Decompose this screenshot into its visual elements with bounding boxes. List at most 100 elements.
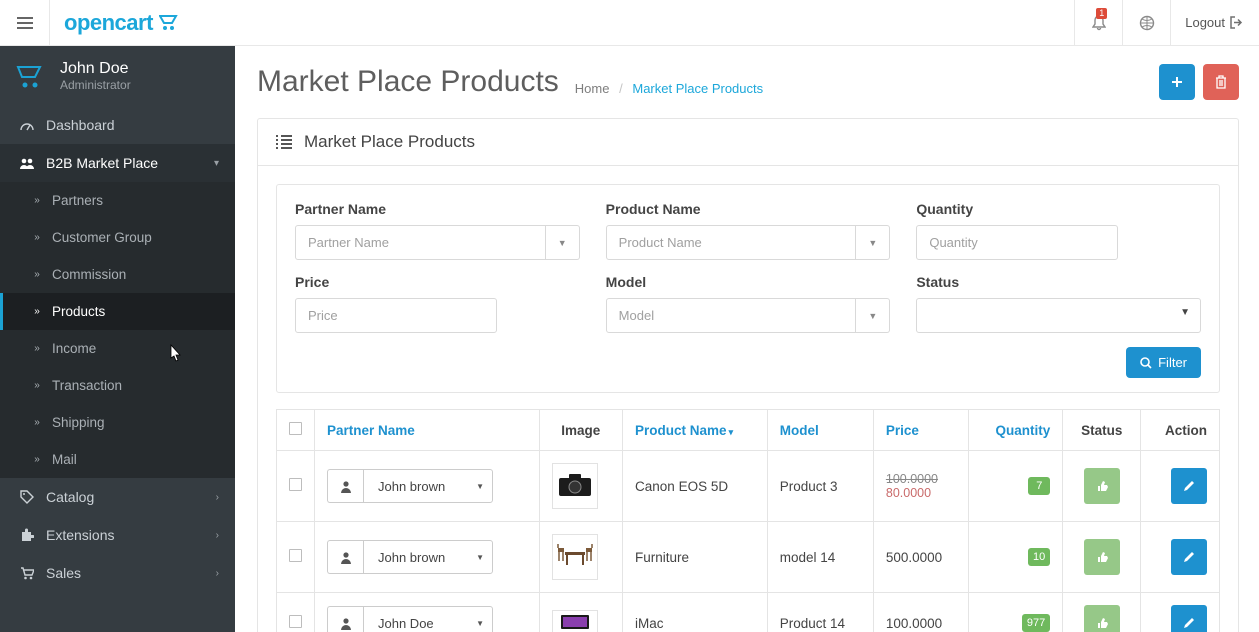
row-partner-select[interactable]: John Doe [363, 606, 493, 632]
trash-icon [1215, 75, 1227, 89]
menu-icon [17, 17, 33, 29]
plus-icon [1171, 76, 1183, 88]
product-thumbnail [552, 463, 598, 509]
model-input[interactable] [606, 298, 857, 333]
sidebar: John Doe Administrator Dashboard B2B Mar… [0, 46, 235, 632]
quantity-input[interactable] [916, 225, 1118, 260]
monitor-icon [557, 613, 593, 632]
sidebar-item-catalog[interactable]: Catalog › [0, 478, 235, 516]
sort-desc-icon: ▾ [729, 427, 734, 437]
sidebar-item-products[interactable]: »Products [0, 293, 235, 330]
table-header-price[interactable]: Price [873, 410, 969, 451]
sidebar-item-customer-group[interactable]: »Customer Group [0, 219, 235, 256]
row-price: 500.0000 [873, 522, 969, 593]
row-status-button[interactable] [1084, 539, 1120, 575]
filter-partner-name: Partner Name ▼ [295, 201, 580, 260]
table-header-partner[interactable]: Partner Name [315, 410, 540, 451]
search-icon [1140, 357, 1152, 369]
product-name-dropdown-toggle[interactable]: ▼ [856, 225, 890, 260]
chevron-right-icon: » [28, 343, 46, 354]
main-content: Market Place Products Home / Market Plac… [235, 46, 1259, 632]
sidebar-item-label: Dashboard [46, 117, 115, 133]
notifications-button[interactable]: 1 [1074, 0, 1122, 46]
filter-status: Status ▼ [916, 274, 1201, 333]
sidebar-toggle-button[interactable] [0, 0, 50, 46]
filter-card: Partner Name ▼ Product Name ▼ [276, 184, 1220, 393]
sidebar-item-label: Commission [52, 267, 126, 282]
chevron-right-icon: » [28, 380, 46, 391]
row-partner-user-button[interactable] [327, 540, 363, 574]
row-partner-user-button[interactable] [327, 606, 363, 632]
filter-button[interactable]: Filter [1126, 347, 1201, 378]
row-edit-button[interactable] [1171, 605, 1207, 632]
product-name-input[interactable] [606, 225, 857, 260]
dashboard-icon [16, 119, 38, 131]
sidebar-item-shipping[interactable]: » Shipping [0, 404, 235, 441]
row-checkbox[interactable] [289, 615, 302, 628]
table-header-model[interactable]: Model [767, 410, 873, 451]
sidebar-item-income[interactable]: »Income [0, 330, 235, 367]
topbar-actions: 1 Logout [1074, 0, 1259, 46]
filter-price: Price [295, 274, 580, 333]
sidebar-item-dashboard[interactable]: Dashboard [0, 106, 235, 144]
row-checkbox[interactable] [289, 549, 302, 562]
filter-product-name: Product Name ▼ [606, 201, 891, 260]
sidebar-item-mail[interactable]: »Mail [0, 441, 235, 478]
table-header-quantity[interactable]: Quantity [969, 410, 1063, 451]
table-header-product[interactable]: Product Name▾ [623, 410, 768, 451]
status-select[interactable]: ▼ [916, 298, 1201, 333]
row-model: Product 14 [767, 593, 873, 632]
logout-button[interactable]: Logout [1170, 0, 1259, 46]
table-header-label: Product Name [635, 423, 727, 438]
row-edit-button[interactable] [1171, 539, 1207, 575]
sidebar-item-transaction[interactable]: »Transaction [0, 367, 235, 404]
topbar: opencart 1 Logout [0, 0, 1259, 46]
sidebar-submenu-b2b: »Partners »Customer Group »Commission »P… [0, 182, 235, 478]
breadcrumb-current[interactable]: Market Place Products [632, 81, 763, 96]
nav: Dashboard B2B Market Place ▾ »Partners »… [0, 106, 235, 592]
delete-button[interactable] [1203, 64, 1239, 100]
row-checkbox[interactable] [289, 478, 302, 491]
sidebar-item-extensions[interactable]: Extensions › [0, 516, 235, 554]
sidebar-item-sales[interactable]: Sales › [0, 554, 235, 592]
row-partner-value: John Doe [378, 616, 434, 631]
row-partner-value: John brown [378, 479, 445, 494]
chevron-right-icon: » [28, 417, 46, 428]
pencil-icon [1182, 616, 1196, 630]
chevron-right-icon: › [216, 492, 219, 503]
store-front-button[interactable] [1122, 0, 1170, 46]
model-dropdown-toggle[interactable]: ▼ [856, 298, 890, 333]
sidebar-item-label: Shipping [52, 415, 105, 430]
row-quantity-badge: 10 [1028, 548, 1050, 566]
add-new-button[interactable] [1159, 64, 1195, 100]
partner-name-dropdown-toggle[interactable]: ▼ [546, 225, 580, 260]
tag-icon [16, 490, 38, 504]
sidebar-item-label: Catalog [46, 489, 94, 505]
row-quantity-badge: 977 [1022, 614, 1050, 632]
sidebar-item-commission[interactable]: »Commission [0, 256, 235, 293]
row-edit-button[interactable] [1171, 468, 1207, 504]
page-title: Market Place Products [257, 65, 559, 99]
breadcrumb-home[interactable]: Home [575, 81, 610, 96]
page-actions [1159, 64, 1239, 100]
user-icon [340, 551, 352, 564]
sidebar-item-partners[interactable]: »Partners [0, 182, 235, 219]
row-partner-user-button[interactable] [327, 469, 363, 503]
users-icon [16, 157, 38, 169]
row-status-button[interactable] [1084, 605, 1120, 632]
filter-label-partner-name: Partner Name [295, 201, 580, 217]
price-input[interactable] [295, 298, 497, 333]
row-status-button[interactable] [1084, 468, 1120, 504]
chevron-right-icon: » [28, 195, 46, 206]
row-partner-select[interactable]: John brown [363, 469, 493, 503]
partner-name-input[interactable] [295, 225, 546, 260]
sidebar-item-label: B2B Market Place [46, 155, 158, 171]
select-all-checkbox[interactable] [289, 422, 302, 435]
sidebar-item-b2b-marketplace[interactable]: B2B Market Place ▾ [0, 144, 235, 182]
profile-block: John Doe Administrator [0, 46, 235, 106]
filter-quantity: Quantity [916, 201, 1201, 260]
row-product-name: Furniture [623, 522, 768, 593]
brand[interactable]: opencart [50, 10, 199, 36]
table-row: John Doe iMac Product 14 100.0000 977 [277, 593, 1220, 632]
row-partner-select[interactable]: John brown [363, 540, 493, 574]
